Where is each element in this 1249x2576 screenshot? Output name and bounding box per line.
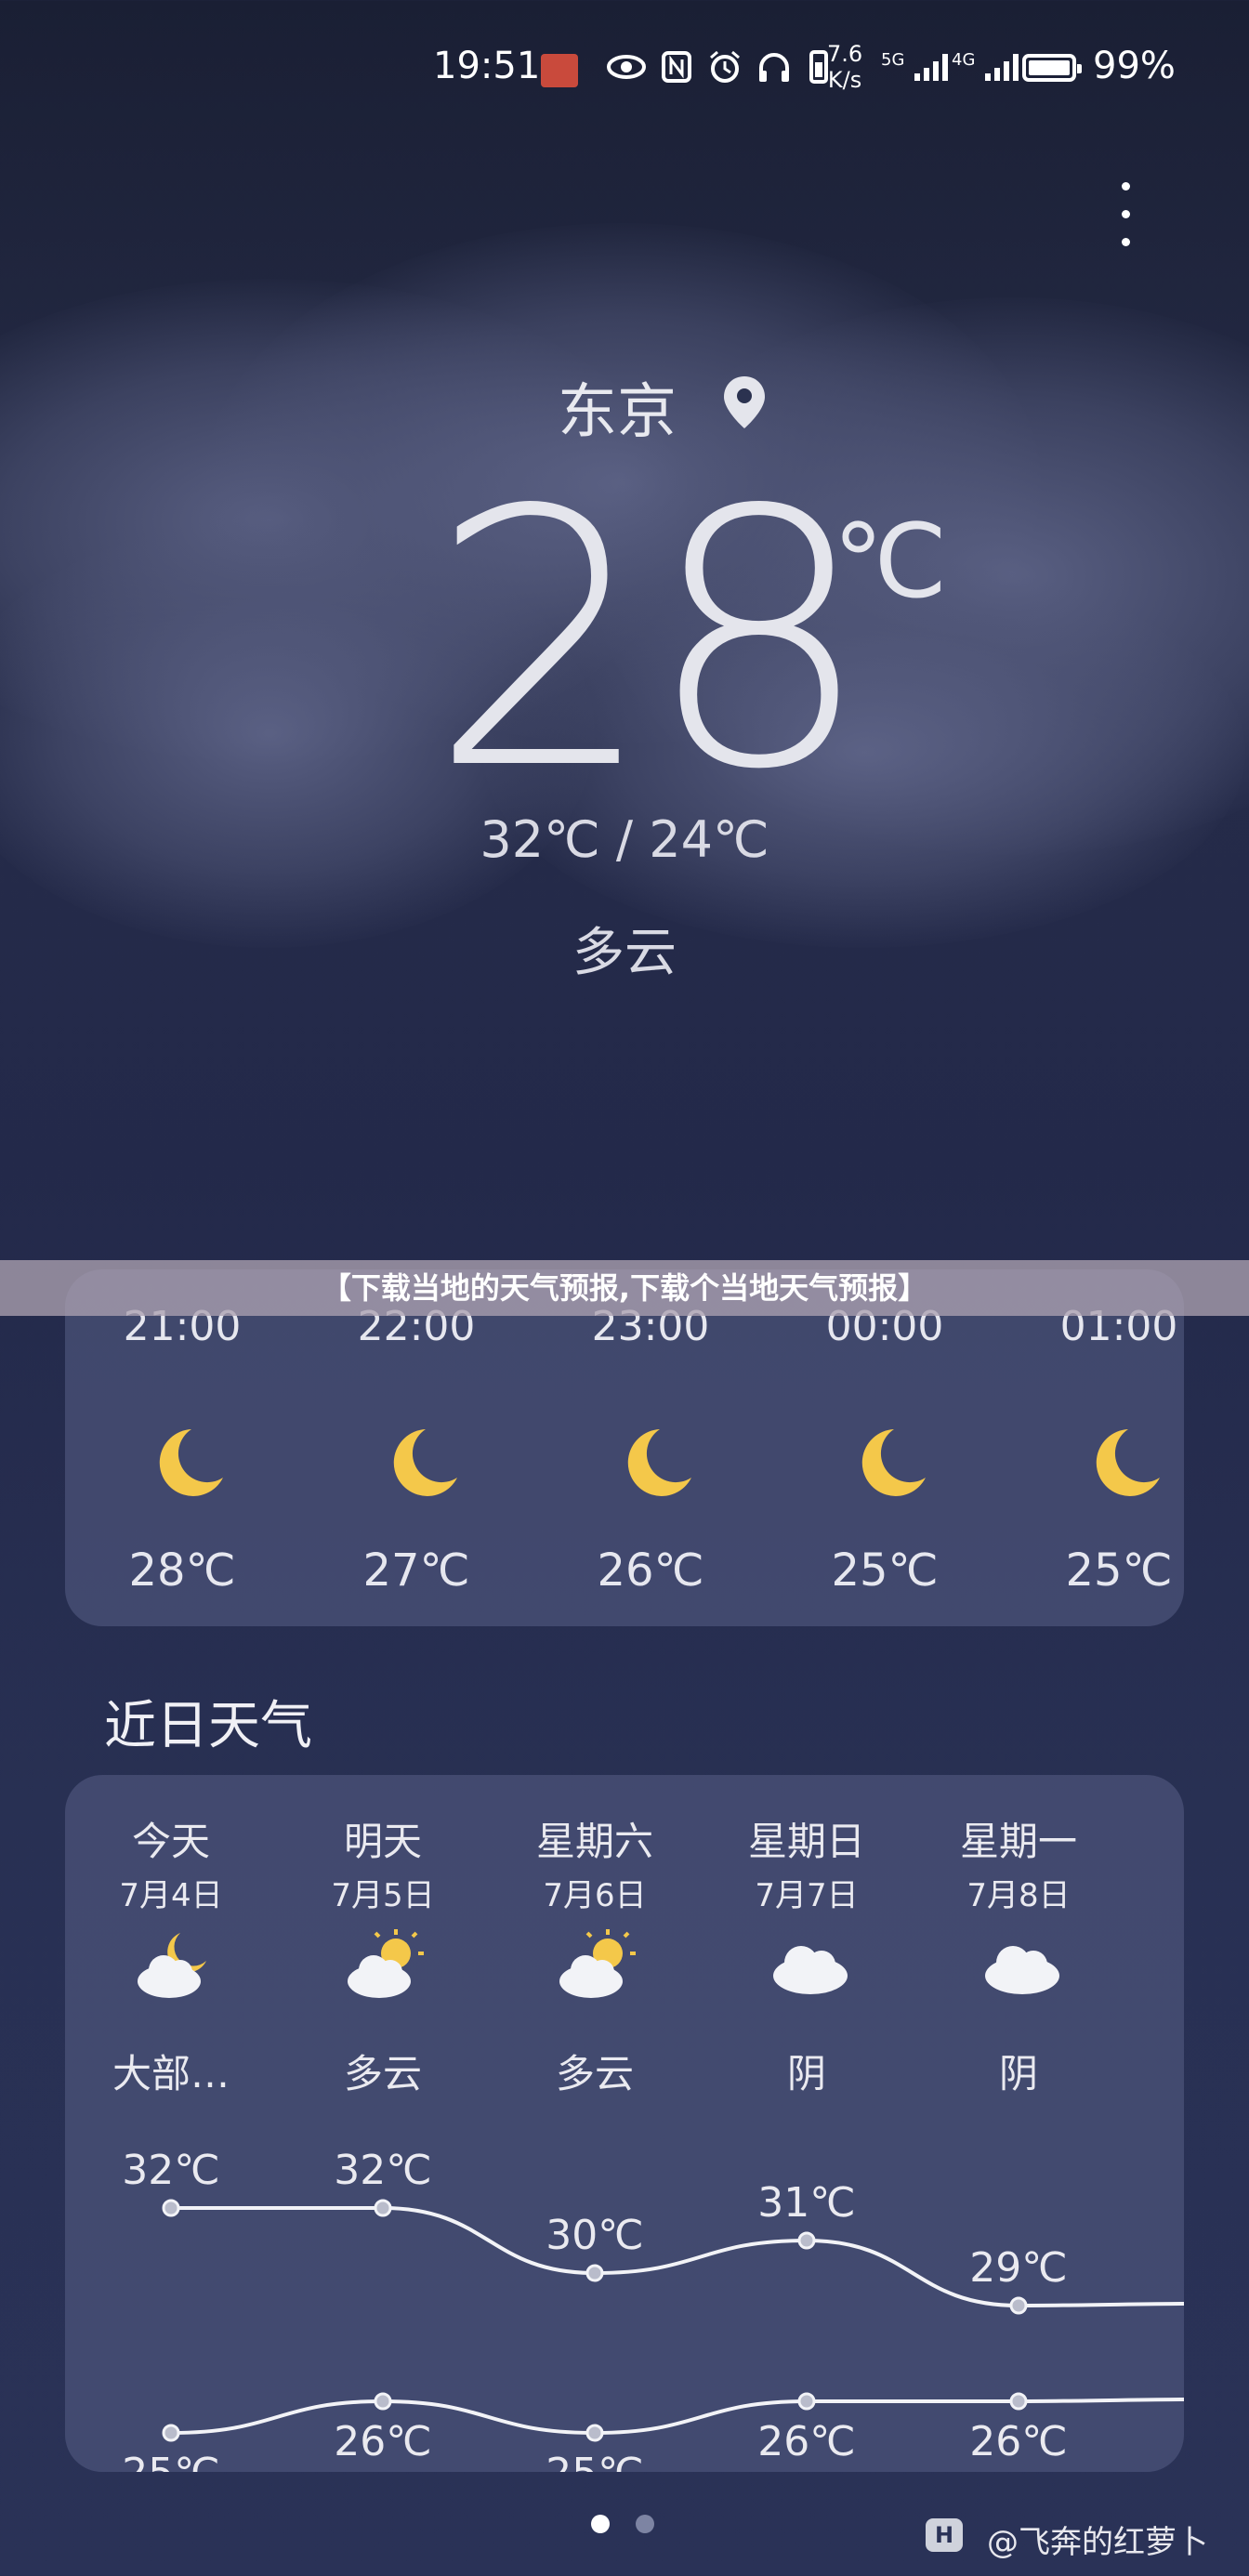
hourly-temp: 25℃ xyxy=(1065,1544,1173,1597)
low-temp-point xyxy=(797,2392,816,2411)
low-temp-label: 26℃ xyxy=(757,2418,855,2465)
moon-icon xyxy=(393,1429,457,1496)
current-temperature: 28 xyxy=(429,435,872,847)
weather-app-screen: { "status_bar": { "time": "19:51", "spee… xyxy=(0,0,1249,2576)
high-temp-point xyxy=(1009,2296,1028,2315)
temperature-range: 32℃ / 24℃ xyxy=(480,810,769,869)
page-dot[interactable] xyxy=(636,2515,654,2533)
page-dot-active[interactable] xyxy=(591,2515,610,2533)
low-temp-label: 25℃ xyxy=(546,2450,643,2472)
high-temp-point xyxy=(797,2231,816,2250)
moon-icon xyxy=(627,1429,691,1496)
daily-forecast-card[interactable]: 今天 7月4日 大部… 明天 7月5日 多云 星期六 7月6日 多云 星期日 7… xyxy=(65,1775,1184,2472)
low-temp-label: 26℃ xyxy=(969,2418,1067,2465)
current-condition: 多云 xyxy=(572,923,677,983)
location-pin-icon[interactable] xyxy=(720,374,769,431)
network-speed: 7.6 K/s xyxy=(827,41,862,93)
network-4g: 4G xyxy=(952,50,1026,83)
moon-icon xyxy=(1096,1429,1160,1496)
low-temp-label: 25℃ xyxy=(122,2450,219,2472)
hourly-temp: 28℃ xyxy=(128,1544,236,1597)
daily-section-title: 近日天气 xyxy=(104,1696,312,1756)
high-temp-point xyxy=(374,2199,392,2217)
eye-icon xyxy=(607,55,646,79)
high-temp-label: 29℃ xyxy=(969,2244,1067,2292)
hourly-temp: 26℃ xyxy=(597,1544,704,1597)
hourly-forecast-card[interactable]: 21:00 28℃ 22:00 27℃ 23:00 26℃ 00:00 25℃ … xyxy=(65,1269,1184,1626)
page-indicator[interactable] xyxy=(591,2515,665,2537)
notification-icon xyxy=(541,54,578,87)
high-temp-point xyxy=(162,2199,180,2217)
alarm-icon xyxy=(709,50,740,83)
hourly-temp: 27℃ xyxy=(362,1544,470,1597)
high-temp-label: 31℃ xyxy=(757,2179,855,2227)
speed-value: 7.6 xyxy=(827,41,863,67)
high-temp-label: 32℃ xyxy=(334,2147,431,2194)
high-temp-label: 30℃ xyxy=(546,2212,643,2259)
temperature-unit: ℃ xyxy=(833,502,948,621)
watermark-logo: H xyxy=(926,2518,963,2552)
status-time: 19:51 xyxy=(433,45,541,87)
low-temp-point xyxy=(1009,2392,1028,2411)
nfc-icon xyxy=(662,51,692,83)
high-temp-point xyxy=(585,2264,604,2282)
title-banner: 【下载当地的天气预报,下载个当地天气预报】 xyxy=(0,1260,1249,1316)
watermark-text: @飞奔的红萝卜 xyxy=(987,2524,1208,2561)
low-temp-point xyxy=(374,2392,392,2411)
moon-icon xyxy=(159,1429,223,1496)
headphones-icon xyxy=(759,53,790,82)
battery-icon xyxy=(1022,54,1082,82)
battery-percentage: 99% xyxy=(1093,45,1176,87)
status-bar: 19:51 7.6 K/s 5G 4G 99% xyxy=(0,0,1249,139)
high-temp-label: 32℃ xyxy=(122,2147,219,2194)
more-menu-icon[interactable] xyxy=(1111,182,1139,256)
network-5g: 5G xyxy=(881,50,955,83)
status-icons xyxy=(606,46,831,85)
moon-icon xyxy=(861,1429,926,1496)
hourly-temp: 25℃ xyxy=(831,1544,939,1597)
low-temp-point xyxy=(162,2424,180,2442)
low-temp-point xyxy=(585,2424,604,2442)
signal-icon xyxy=(914,54,948,82)
low-temp-label: 26℃ xyxy=(334,2418,431,2465)
network-5g-label: 5G xyxy=(881,50,905,70)
network-4g-label: 4G xyxy=(952,50,976,70)
speed-unit: K/s xyxy=(827,67,862,93)
signal-icon xyxy=(984,54,1019,82)
temperature-chart: 32℃ 32℃ 30℃ 31℃ 29℃ 25℃ 26℃ 25℃ 26℃ 26℃ xyxy=(122,2147,1184,2472)
